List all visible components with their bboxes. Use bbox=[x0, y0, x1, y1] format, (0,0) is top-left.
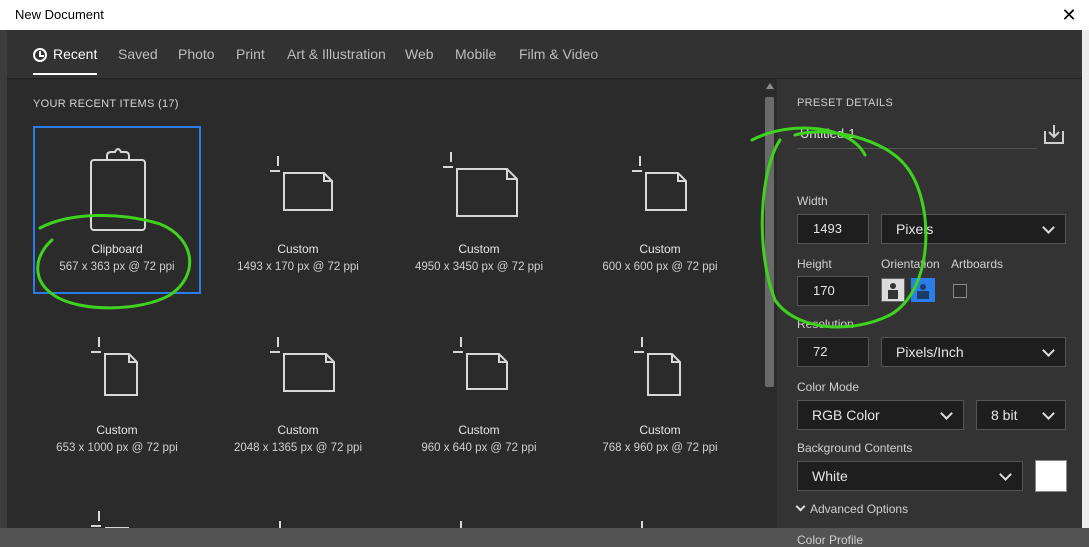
color-mode-label: Color Mode bbox=[797, 380, 860, 394]
height-label: Height bbox=[797, 257, 832, 271]
item-name: Custom bbox=[96, 423, 138, 437]
portrait-orientation-button[interactable] bbox=[881, 278, 905, 302]
recent-item-custom[interactable]: Custom 2048 x 1365 px @ 72 ppi bbox=[214, 309, 382, 477]
background-app-edge bbox=[0, 30, 7, 528]
tab-label: Recent bbox=[53, 46, 98, 62]
item-dims: 2048 x 1365 px @ 72 ppi bbox=[233, 442, 363, 454]
advanced-options-label: Advanced Options bbox=[810, 502, 909, 516]
save-preset-icon[interactable] bbox=[1043, 123, 1065, 145]
width-input[interactable]: 1493 bbox=[797, 214, 869, 244]
background-app-edge-right bbox=[1082, 30, 1089, 528]
portrait-icon bbox=[888, 283, 898, 299]
chevron-down-icon bbox=[940, 407, 953, 420]
clipboard-icon bbox=[90, 148, 146, 231]
tab-mobile[interactable]: Mobile bbox=[455, 46, 496, 62]
resolution-input[interactable]: 72 bbox=[797, 337, 869, 367]
close-icon[interactable]: ✕ bbox=[1057, 2, 1081, 28]
item-name: Custom bbox=[639, 423, 681, 437]
portrait-doc-icon bbox=[91, 337, 138, 396]
color-mode-value: RGB Color bbox=[812, 407, 880, 423]
tab-film-video[interactable]: Film & Video bbox=[519, 46, 598, 62]
section-title: YOUR RECENT ITEMS (17) bbox=[33, 98, 179, 110]
color-profile-label: Color Profile bbox=[797, 533, 864, 547]
recent-item-custom[interactable]: Custom 1493 x 170 px @ 72 ppi bbox=[214, 126, 382, 294]
chevron-down-icon bbox=[1042, 407, 1055, 420]
preset-details-panel: PRESET DETAILS Untitled-1 Width 1493 Pix… bbox=[777, 79, 1082, 547]
portrait-doc-icon bbox=[634, 337, 681, 396]
chevron-down-icon bbox=[1042, 221, 1055, 234]
square-doc-icon bbox=[632, 156, 687, 211]
item-dims: 600 x 600 px @ 72 ppi bbox=[602, 261, 718, 273]
recent-item-clipboard[interactable]: Clipboard 567 x 363 px @ 72 ppi bbox=[33, 126, 201, 294]
width-unit-select[interactable]: Pixels bbox=[881, 214, 1066, 244]
recent-item-custom[interactable]: Custom 653 x 1000 px @ 72 ppi bbox=[33, 309, 201, 477]
section-title-text: YOUR RECENT ITEMS bbox=[33, 98, 155, 110]
height-input[interactable]: 170 bbox=[797, 276, 869, 306]
scroll-up-icon[interactable] bbox=[766, 83, 774, 89]
artboards-checkbox[interactable] bbox=[953, 284, 967, 298]
item-dims: 768 x 960 px @ 72 ppi bbox=[602, 442, 718, 454]
new-document-dialog: Recent Saved Photo Print Art & Illustrat… bbox=[7, 30, 1082, 547]
recent-item-custom[interactable]: Custom 600 x 600 px @ 72 ppi bbox=[576, 126, 744, 294]
tab-recent[interactable]: Recent bbox=[33, 46, 97, 62]
item-name: Custom bbox=[277, 423, 319, 437]
width-label: Width bbox=[797, 194, 828, 208]
chevron-down-icon bbox=[999, 468, 1012, 481]
background-contents-value: White bbox=[812, 468, 848, 484]
chevron-down-icon bbox=[1042, 344, 1055, 357]
tab-art-illustration[interactable]: Art & Illustration bbox=[287, 46, 386, 62]
window-title: New Document bbox=[15, 7, 104, 22]
item-name: Custom bbox=[458, 423, 500, 437]
tab-web[interactable]: Web bbox=[405, 46, 434, 62]
item-name: Custom bbox=[458, 242, 500, 256]
background-contents-select[interactable]: White bbox=[797, 461, 1023, 491]
title-bar: New Document ✕ bbox=[0, 0, 1089, 30]
tab-print[interactable]: Print bbox=[236, 46, 265, 62]
orientation-label: Orientation bbox=[881, 257, 940, 271]
landscape-icon bbox=[917, 284, 929, 299]
tab-saved[interactable]: Saved bbox=[118, 46, 158, 62]
scroll-thumb[interactable] bbox=[765, 97, 774, 387]
document-name-field[interactable]: Untitled-1 bbox=[797, 121, 1037, 149]
active-tab-indicator bbox=[33, 73, 97, 75]
tab-photo[interactable]: Photo bbox=[178, 46, 215, 62]
advanced-options-toggle[interactable]: Advanced Options bbox=[795, 501, 909, 516]
recent-item-custom[interactable]: Custom 4950 x 3450 px @ 72 ppi bbox=[395, 126, 563, 294]
resolution-unit-select[interactable]: Pixels/Inch bbox=[881, 337, 1066, 367]
chevron-down-icon bbox=[795, 501, 806, 512]
recent-items-area: YOUR RECENT ITEMS (17) Clipboard 567 x 3… bbox=[7, 79, 777, 528]
item-dims: 1493 x 170 px @ 72 ppi bbox=[237, 261, 359, 273]
landscape-doc-icon bbox=[270, 156, 333, 211]
artboards-label: Artboards bbox=[951, 257, 1004, 271]
landscape-doc-icon bbox=[443, 152, 518, 217]
item-name: Clipboard bbox=[91, 242, 143, 256]
item-name: Custom bbox=[277, 242, 319, 256]
landscape-doc-icon bbox=[453, 337, 508, 390]
background-color-swatch[interactable] bbox=[1035, 460, 1067, 492]
preset-header: PRESET DETAILS bbox=[797, 97, 894, 109]
bit-depth-select[interactable]: 8 bit bbox=[976, 400, 1066, 430]
recent-scrollbar[interactable] bbox=[762, 79, 777, 528]
resolution-label: Resolution bbox=[797, 317, 854, 331]
landscape-doc-icon bbox=[270, 337, 335, 392]
color-mode-select[interactable]: RGB Color bbox=[797, 400, 964, 430]
clock-icon bbox=[33, 48, 47, 62]
item-dims: 960 x 640 px @ 72 ppi bbox=[421, 442, 537, 454]
item-dims: 567 x 363 px @ 72 ppi bbox=[59, 261, 175, 273]
recent-items-next-row bbox=[91, 511, 643, 528]
recent-item-custom[interactable]: Custom 768 x 960 px @ 72 ppi bbox=[576, 309, 744, 477]
resolution-unit-value: Pixels/Inch bbox=[896, 344, 964, 360]
width-unit-value: Pixels bbox=[896, 221, 934, 237]
preset-tabs: Recent Saved Photo Print Art & Illustrat… bbox=[7, 30, 1082, 79]
item-dims: 4950 x 3450 px @ 72 ppi bbox=[414, 261, 544, 273]
item-name: Custom bbox=[639, 242, 681, 256]
item-dims: 653 x 1000 px @ 72 ppi bbox=[56, 442, 178, 454]
bit-depth-value: 8 bit bbox=[991, 407, 1018, 423]
background-contents-label: Background Contents bbox=[797, 441, 913, 455]
landscape-orientation-button[interactable] bbox=[911, 278, 935, 302]
recent-count: (17) bbox=[158, 98, 179, 110]
recent-item-custom[interactable]: Custom 960 x 640 px @ 72 ppi bbox=[395, 309, 563, 477]
